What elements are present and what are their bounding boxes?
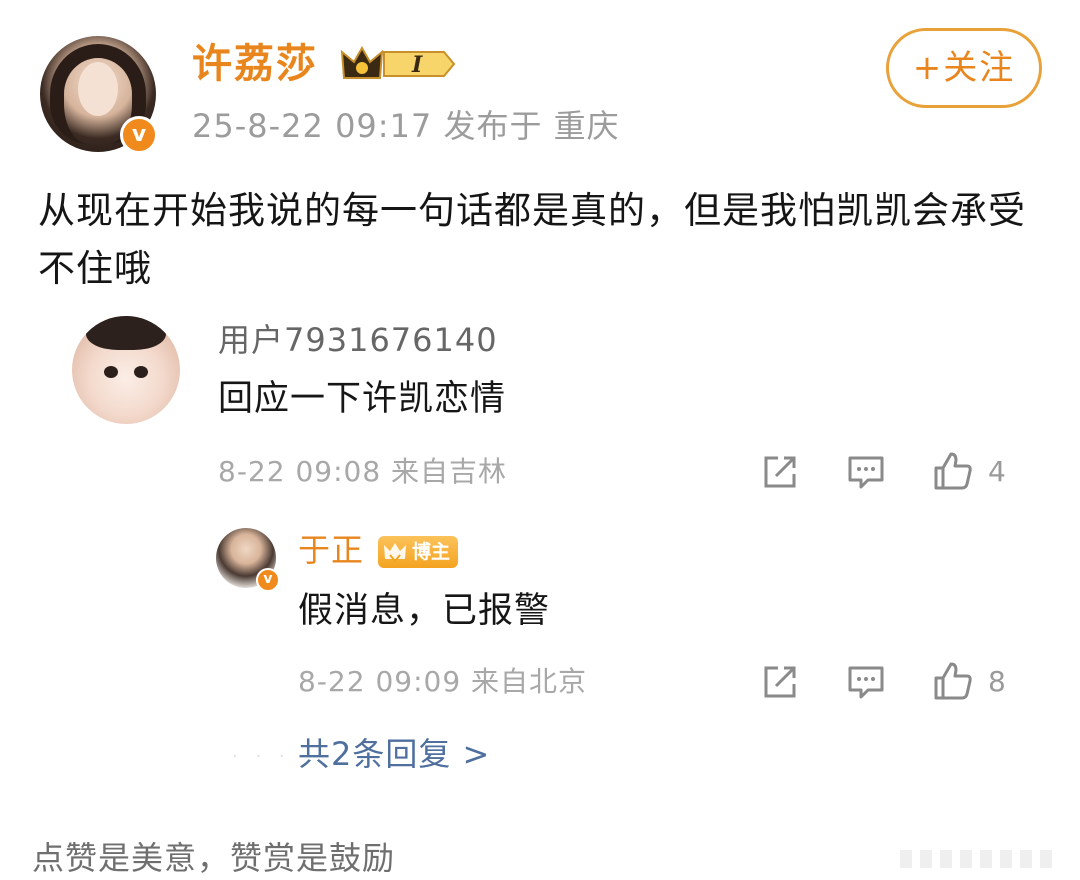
reply-text: 假消息，已报警 [298, 591, 551, 631]
comment-meta: 8-22 09:08 来自吉林 [218, 455, 508, 488]
blogger-crown-icon [384, 543, 406, 563]
post-content: 从现在开始我说的每一句话都是真的，但是我怕凯凯会承受不住哦 [38, 189, 1026, 290]
comment-icon[interactable] [846, 662, 886, 702]
like-thumb-icon[interactable] [932, 660, 972, 700]
comment-text: 回应一下许凯恋情 [218, 379, 507, 419]
comment-icon[interactable] [846, 452, 886, 492]
reward-footer-text: 点赞是美意，赞赏是鼓励 [32, 839, 396, 877]
reply-like-count: 8 [988, 665, 1006, 698]
author-name[interactable]: 许荔莎 [192, 38, 318, 90]
share-icon[interactable] [760, 662, 800, 702]
post-meta: 25-8-22 09:17 发布于 重庆 [192, 107, 620, 145]
share-icon[interactable] [760, 452, 800, 492]
follow-button[interactable]: +关注 [886, 28, 1042, 108]
more-replies-link[interactable]: 共2条回复 > [298, 732, 490, 776]
verified-v-icon: v [120, 116, 158, 154]
comment-like-count: 4 [988, 455, 1006, 488]
crown-level-icon: I [340, 44, 458, 84]
replier-name[interactable]: 于正 [298, 528, 364, 572]
blogger-badge-label: 博主 [412, 541, 451, 563]
commenter-name[interactable]: 用户7931676140 [218, 318, 498, 362]
reply-meta: 8-22 09:09 来自北京 [298, 665, 588, 698]
like-thumb-icon[interactable] [932, 450, 972, 490]
blogger-badge: 博主 [378, 536, 459, 568]
footer-decoration [900, 846, 1070, 872]
commenter-avatar[interactable] [72, 316, 180, 424]
level-text: I [411, 52, 423, 78]
verified-v-icon: v [256, 568, 280, 592]
reply-thread-dots: · · · [232, 746, 291, 767]
